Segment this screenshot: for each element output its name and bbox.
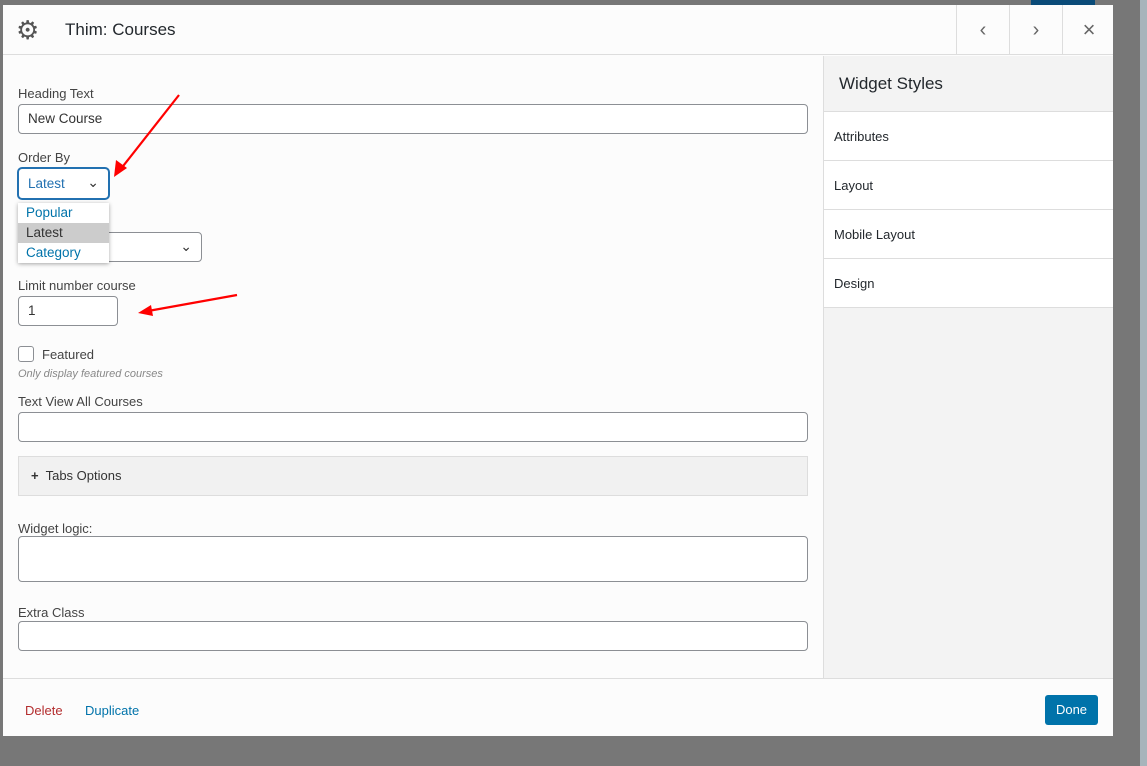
featured-help: Only display featured courses (18, 368, 163, 380)
widget-logic-textarea[interactable] (18, 536, 808, 582)
sidebar-item-attributes[interactable]: Attributes (824, 112, 1113, 161)
close-button[interactable]: × (1062, 5, 1115, 55)
gear-icon: ⚙ (16, 15, 40, 45)
featured-checkbox[interactable] (18, 346, 34, 362)
modal-title: Thim: Courses (65, 20, 176, 39)
extra-class-label: Extra Class (18, 605, 85, 620)
tabs-options-label: Tabs Options (45, 468, 122, 483)
modal-footer: Delete Duplicate Done (3, 678, 1113, 736)
option-category[interactable]: Category (18, 243, 109, 263)
sidebar-item-layout[interactable]: Layout (824, 161, 1113, 210)
featured-label: Featured (42, 347, 95, 362)
limit-input[interactable]: 1 (18, 296, 118, 326)
option-popular[interactable]: Popular (18, 203, 109, 223)
view-all-label: Text View All Courses (18, 394, 143, 409)
widget-styles-sidebar: Widget Styles Attributes Layout Mobile L… (823, 56, 1113, 678)
tabs-options-toggle[interactable]: + Tabs Options (18, 456, 808, 496)
chevron-down-icon: ⌄ (87, 174, 99, 190)
duplicate-link[interactable]: Duplicate (85, 703, 139, 718)
order-by-select[interactable]: Latest ⌄ (18, 168, 109, 199)
option-latest[interactable]: Latest (18, 223, 109, 243)
chevron-down-icon: ⌄ (180, 238, 192, 254)
heading-label: Heading Text (18, 86, 94, 101)
widget-logic-label: Widget logic: (18, 521, 93, 536)
background-strip (1140, 0, 1147, 766)
order-by-dropdown: Popular Latest Category (18, 203, 109, 263)
modal-header: ⚙ Thim: Courses ‹ › × (3, 5, 1113, 55)
widget-modal: ⚙ Thim: Courses ‹ › × Heading Text New C… (3, 5, 1113, 736)
delete-link[interactable]: Delete (25, 703, 63, 718)
previous-button[interactable]: ‹ (956, 5, 1009, 55)
extra-class-input[interactable] (18, 621, 808, 651)
heading-input[interactable]: New Course (18, 104, 808, 134)
plus-icon: + (31, 468, 39, 483)
limit-label: Limit number course (18, 278, 136, 293)
sidebar-item-mobile-layout[interactable]: Mobile Layout (824, 210, 1113, 259)
view-all-input[interactable] (18, 412, 808, 442)
next-button[interactable]: › (1009, 5, 1062, 55)
sidebar-title: Widget Styles (824, 56, 1113, 112)
widget-form: Heading Text New Course Order By Latest … (3, 56, 823, 678)
order-by-label: Order By (18, 150, 71, 165)
order-by-value: Latest (28, 176, 65, 191)
done-button[interactable]: Done (1045, 695, 1098, 725)
sidebar-item-design[interactable]: Design (824, 259, 1113, 308)
